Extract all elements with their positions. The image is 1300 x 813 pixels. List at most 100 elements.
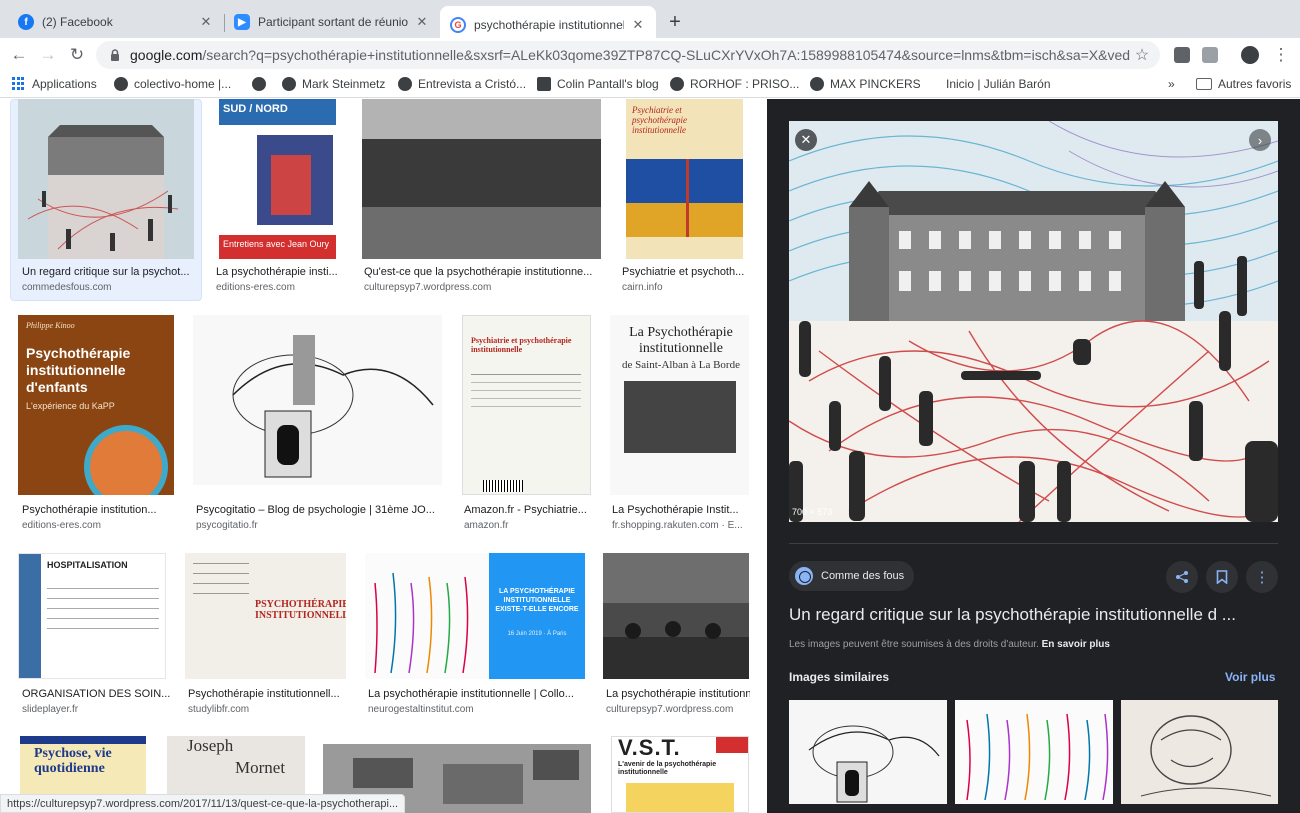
url-host: google.com [130,47,203,63]
facebook-icon: f [18,14,34,30]
result-thumbnail[interactable] [18,99,194,259]
result-source[interactable]: editions-eres.com [22,520,172,531]
bookmark-label: Colin Pantall's blog [557,77,659,91]
address-bar[interactable]: google.com/search?q=psychothérapie+insti… [96,41,1160,69]
extension-g-icon[interactable] [1174,47,1190,63]
menu-kebab-icon[interactable]: ⋮ [1270,44,1292,66]
preview-title[interactable]: Un regard critique sur la psychothérapie… [789,605,1289,625]
share-icon [1176,571,1188,583]
result-thumbnail[interactable]: HOSPITALISATION [18,553,166,679]
source-site-name: Comme des fous [821,570,905,582]
status-bar-url: https://culturepsyp7.wordpress.com/2017/… [0,794,406,813]
result-thumbnail[interactable]: PSYCHOTHÉRAPIE INSTITUTIONNELLE [185,553,346,679]
book-subtitle-text: L'expérience du KaPP [26,401,115,411]
bookmark-rorhof[interactable]: RORHOF : PRISO... [670,77,799,91]
bookmarks-bar: Applications colectivo-home |... Mark St… [0,72,1300,98]
blog-icon [537,77,551,91]
book-subtitle-text: de Saint-Alban à La Borde [622,359,740,371]
source-site-chip[interactable]: Comme des fous [789,561,915,591]
result-caption[interactable]: Amazon.fr - Psychiatrie... [464,504,592,516]
bookmark-star-icon[interactable]: ☆ [1130,45,1154,65]
result-thumbnail[interactable]: Philippe Kinoo Psychothérapie institutio… [18,315,174,495]
folder-icon [1196,78,1212,90]
bookmark-max-pinckers[interactable]: MAX PINCKERS [810,77,921,91]
result-thumbnail[interactable] [193,315,442,485]
slide-title-text: HOSPITALISATION [47,560,128,570]
save-button[interactable] [1206,561,1238,593]
result-thumbnail[interactable]: La Psychothérapie institutionnelle de Sa… [610,315,749,495]
result-caption[interactable]: La psychothérapie institutionne... [606,688,750,700]
journal-title-text: V.S.T. [618,736,681,760]
similar-image-2[interactable] [955,700,1113,804]
tab-facebook[interactable]: f (2) Facebook ✕ [8,6,224,38]
result-source[interactable]: cairn.info [622,282,748,293]
result-caption[interactable]: La psychothérapie insti... [216,266,338,278]
result-caption[interactable]: ORGANISATION DES SOIN... [22,688,172,700]
result-source[interactable]: culturepsyp7.wordpress.com [606,704,750,715]
result-thumbnail[interactable] [603,553,749,679]
google-icon: G [450,17,466,33]
result-caption[interactable]: Psychothérapie institution... [22,504,172,516]
result-caption[interactable]: Qu'est-ce que la psychothérapie institut… [364,266,602,278]
bookmark-mark-steinmetz[interactable]: Mark Steinmetz [282,77,385,91]
result-caption[interactable]: La Psychothérapie Instit... [612,504,750,516]
forward-button[interactable]: → [37,44,59,66]
result-caption[interactable]: Psychothérapie institutionnell... [188,688,348,700]
bookmark-julian-baron[interactable]: Inicio | Julián Barón [946,77,1051,91]
result-thumbnail[interactable]: V.S.T. L'avenir de la psychothérapie ins… [611,736,749,813]
result-thumbnail[interactable]: SUD / NORD Entretiens avec Jean Oury [219,99,336,259]
result-source[interactable]: psycogitatio.fr [196,520,442,531]
see-more-link[interactable]: Voir plus [1225,670,1275,684]
result-source[interactable]: editions-eres.com [216,282,338,293]
bookmark-other-favorites[interactable]: Autres favoris [1196,77,1291,91]
preview-image[interactable] [789,121,1278,522]
close-icon[interactable]: ✕ [630,17,646,33]
new-tab-button[interactable]: + [664,12,686,32]
bookmarks-overflow-button[interactable]: » [1168,77,1175,91]
result-caption[interactable]: Un regard critique sur la psychot... [22,266,198,278]
tree-face-drawing-thumbnail [789,700,947,804]
result-source[interactable]: neurogestaltinstitut.com [368,704,586,715]
result-source[interactable]: slideplayer.fr [22,704,172,715]
extension-cast-icon[interactable] [1202,47,1218,63]
bookmark-colectivo[interactable]: colectivo-home |... [114,77,231,91]
learn-more-link[interactable]: En savoir plus [1042,639,1110,650]
result-caption[interactable]: Psychiatrie et psychoth... [622,266,748,278]
profile-avatar[interactable] [1241,46,1259,64]
close-preview-button[interactable]: ✕ [795,129,817,151]
result-source[interactable]: fr.shopping.rakuten.com · E... [612,520,750,531]
bookmark-applications[interactable]: Applications [12,77,97,91]
globe-icon [114,77,128,91]
result-source[interactable]: amazon.fr [464,520,592,531]
bookmark-blank[interactable] [252,77,272,91]
similar-image-3[interactable] [1121,700,1278,804]
result-thumbnail[interactable]: LA PSYCHOTHÉRAPIE INSTITUTIONNELLE EXIST… [365,553,585,679]
result-thumbnail[interactable]: Psychiatrie et psychothérapie institutio… [626,99,743,259]
result-source[interactable]: studylibfr.com [188,704,348,715]
globe-icon [670,77,684,91]
close-icon[interactable]: ✕ [198,14,214,30]
bookmark-entrevista[interactable]: Entrevista a Cristó... [398,77,526,91]
tab-title: (2) Facebook [42,15,113,29]
result-thumbnail[interactable] [362,99,601,259]
next-image-button[interactable]: › [1249,129,1271,151]
result-source[interactable]: commedesfous.com [22,282,198,293]
book-title-text: SUD / NORD [223,103,288,115]
bookmark-label: Autres favoris [1218,77,1292,91]
tab-zoom[interactable]: ▶ Participant sortant de réunion ✕ [224,6,440,38]
result-thumbnail[interactable]: Psychiatrie et psychothérapie institutio… [462,315,591,495]
result-source[interactable]: culturepsyp7.wordpress.com [364,282,602,293]
share-button[interactable] [1166,561,1198,593]
globe-icon [252,77,266,91]
panel-divider [789,543,1278,544]
reload-button[interactable]: ↻ [66,44,88,66]
similar-image-1[interactable] [789,700,947,804]
back-button[interactable]: ← [8,44,30,66]
meeting-photo-thumbnail [603,553,749,679]
result-caption[interactable]: La psychothérapie institutionnelle | Col… [368,688,586,700]
bookmark-colin-pantall[interactable]: Colin Pantall's blog [537,77,659,91]
more-options-button[interactable]: ⋮ [1246,561,1278,593]
result-caption[interactable]: Psycogitatio – Blog de psychologie | 31è… [196,504,442,516]
similar-images-heading: Images similaires [789,670,890,684]
close-icon[interactable]: ✕ [414,14,430,30]
